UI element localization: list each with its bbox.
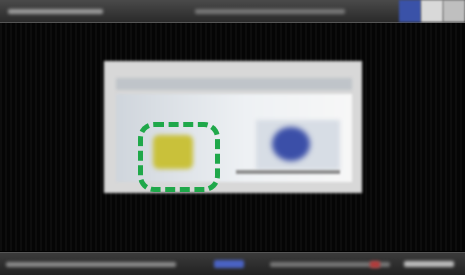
caption-bar-blurred	[236, 170, 340, 174]
maximize-icon[interactable]	[421, 0, 443, 22]
dialog-header-blurred	[116, 78, 352, 90]
window-title-blurred	[8, 9, 103, 14]
taskbar	[0, 252, 465, 275]
active-app-icon[interactable]	[214, 260, 244, 268]
close-icon[interactable]	[443, 0, 465, 22]
selection-highlight	[138, 122, 220, 192]
tab-strip-blurred[interactable]	[195, 9, 345, 14]
clock-blurred	[404, 261, 454, 267]
taskbar-items-blurred[interactable]	[6, 262, 176, 267]
window-controls	[399, 0, 465, 22]
blue-thumbnail[interactable]	[272, 127, 310, 161]
minimize-icon[interactable]	[399, 0, 421, 22]
alert-icon[interactable]	[370, 261, 380, 268]
title-bar	[0, 0, 465, 23]
